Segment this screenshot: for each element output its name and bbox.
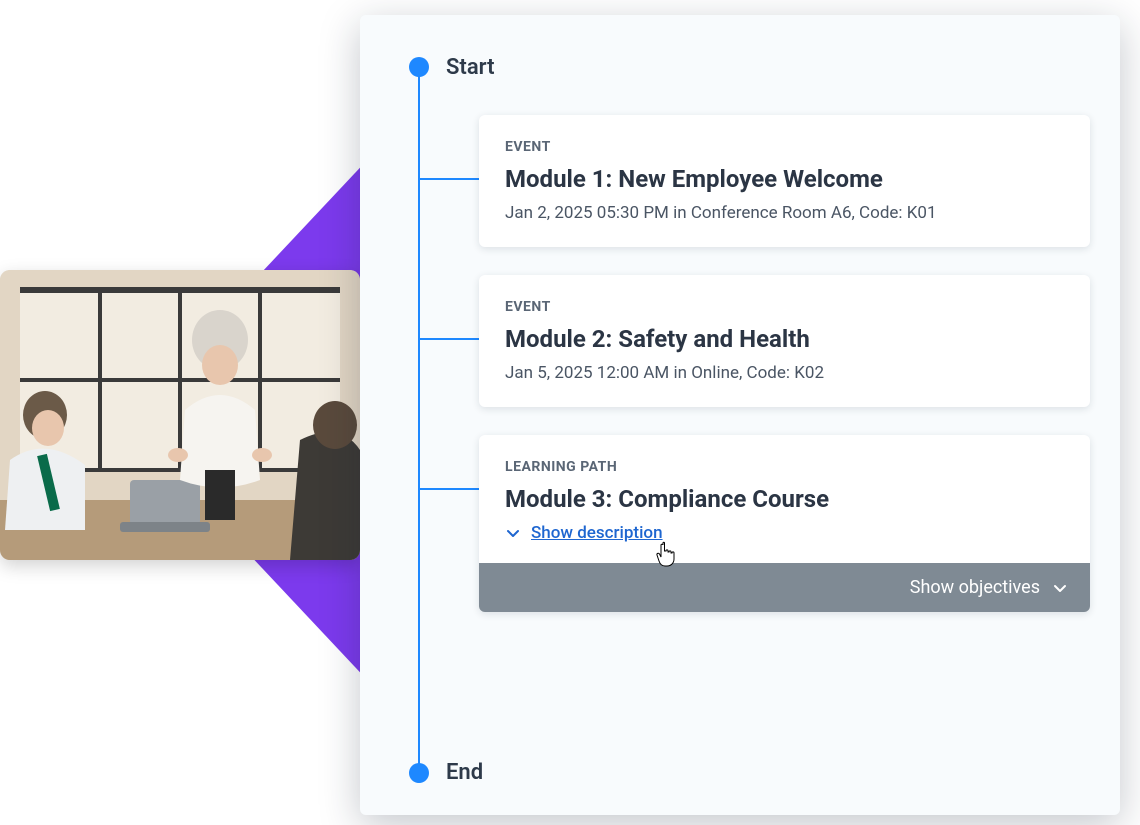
module-card[interactable]: EVENT Module 1: New Employee Welcome Jan… [479, 115, 1090, 247]
timeline-start-label: Start [446, 55, 494, 80]
timeline-cards: EVENT Module 1: New Employee Welcome Jan… [419, 115, 1090, 725]
learning-timeline-panel: Start End EVENT Module 1: New Employee W… [360, 15, 1120, 815]
timeline: Start End EVENT Module 1: New Employee W… [408, 55, 1090, 785]
chevron-down-icon [1052, 580, 1068, 596]
module-card[interactable]: EVENT Module 2: Safety and Health Jan 5,… [479, 275, 1090, 407]
card-tag: EVENT [505, 139, 1064, 155]
timeline-start-dot [409, 57, 429, 77]
timeline-item: EVENT Module 2: Safety and Health Jan 5,… [419, 275, 1090, 407]
card-meta: Jan 2, 2025 05:30 PM in Conference Room … [505, 203, 1064, 223]
show-description-label: Show description [531, 523, 663, 543]
chevron-down-icon [505, 525, 521, 541]
show-description-toggle[interactable]: Show description [505, 523, 663, 543]
card-tag: EVENT [505, 299, 1064, 315]
module-card[interactable]: LEARNING PATH Module 3: Compliance Cours… [479, 435, 1090, 612]
timeline-connector [419, 488, 479, 490]
card-title: Module 1: New Employee Welcome [505, 165, 1064, 193]
card-title: Module 2: Safety and Health [505, 325, 1064, 353]
meeting-photo [0, 270, 360, 560]
card-tag: LEARNING PATH [505, 459, 1064, 475]
show-objectives-label: Show objectives [910, 577, 1040, 598]
timeline-item: LEARNING PATH Module 3: Compliance Cours… [419, 435, 1090, 612]
timeline-end-label: End [446, 760, 483, 785]
card-meta: Jan 5, 2025 12:00 AM in Online, Code: K0… [505, 363, 1064, 383]
timeline-item: EVENT Module 1: New Employee Welcome Jan… [419, 115, 1090, 247]
card-title: Module 3: Compliance Course [505, 485, 1064, 513]
timeline-connector [419, 178, 479, 180]
timeline-connector [419, 338, 479, 340]
timeline-end-dot [409, 763, 429, 783]
show-objectives-toggle[interactable]: Show objectives [479, 563, 1090, 612]
